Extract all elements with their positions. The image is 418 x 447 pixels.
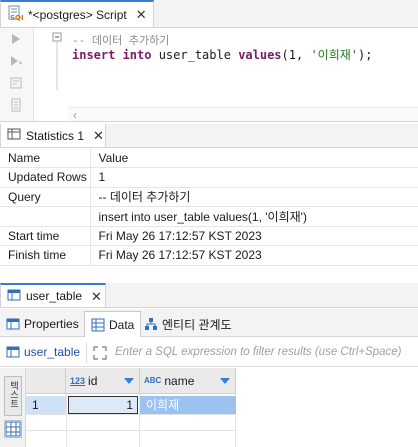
data-grid-icon <box>91 318 105 331</box>
user-table-tab[interactable]: user_table ✕ <box>0 283 106 307</box>
close-icon[interactable]: ✕ <box>91 290 102 303</box>
code-string: '이희재' <box>310 48 359 62</box>
table-row[interactable]: Finish time Fri May 26 17:12:57 KST 2023 <box>0 245 418 266</box>
divider <box>86 343 87 363</box>
code-identifier: user_table <box>151 48 239 62</box>
table-row[interactable]: Start time Fri May 26 17:12:57 KST 2023 <box>0 226 418 246</box>
stat-name <box>0 206 91 227</box>
column-header-name[interactable]: ABC name <box>140 368 236 394</box>
editor-text-area[interactable]: -- 데이터 추가하기 insert into user_table value… <box>34 28 418 122</box>
script-tab-label: *<postgres> Script <box>28 7 127 22</box>
filter-bar: user_table Enter a SQL expression to fil… <box>0 339 418 367</box>
result-grid[interactable]: 123 id ABC name 1 1 이희재 <box>26 368 418 447</box>
filter-table-button[interactable]: user_table <box>6 345 80 359</box>
execute-script-icon[interactable] <box>9 54 23 68</box>
column-header: Value <box>90 148 418 168</box>
tab-er-diagram[interactable]: 엔티티 관계도 <box>138 311 238 337</box>
result-tab-strip: user_table ✕ <box>0 283 418 308</box>
text-view-label: 텍스트 <box>8 381 18 408</box>
tab-data[interactable]: Data <box>84 311 142 337</box>
column-header: Name <box>0 148 91 168</box>
column-header-id[interactable]: 123 id <box>66 368 140 394</box>
execute-statement-icon[interactable] <box>9 32 23 46</box>
editor-toolbar <box>0 28 34 121</box>
stat-name: Start time <box>0 226 91 246</box>
column-name: id <box>88 373 98 388</box>
code-args: (1, <box>281 48 311 62</box>
statistics-tab[interactable]: Statistics 1 ✕ <box>0 124 106 147</box>
statistics-tab-label: Statistics 1 <box>26 128 85 143</box>
chevron-down-icon[interactable] <box>220 378 230 384</box>
stat-value: insert into user_table values(1, '이희재') <box>90 206 418 227</box>
filter-input[interactable]: Enter a SQL expression to filter results… <box>115 346 401 358</box>
stat-name: Updated Rows <box>0 167 91 188</box>
grid-line <box>26 414 236 415</box>
stat-value: -- 데이터 추가하기 <box>90 187 418 207</box>
code-insert-line: insert into user_table values(1, '이희재'); <box>72 46 372 63</box>
statistics-table-icon <box>7 127 21 144</box>
stat-name: Query <box>0 187 91 207</box>
table-row[interactable]: Query -- 데이터 추가하기 <box>0 187 418 207</box>
horizontal-scrollbar[interactable]: ‹ <box>68 107 418 122</box>
code-keyword: values <box>238 48 282 62</box>
close-icon[interactable]: ✕ <box>93 129 104 142</box>
grid-side-toolbar: 텍스트 <box>0 368 26 447</box>
tab-label: Data <box>109 317 135 332</box>
open-outline-icon[interactable] <box>9 98 23 112</box>
properties-icon <box>6 318 20 330</box>
code-keyword: insert into <box>72 48 152 62</box>
stat-name: Finish time <box>0 245 91 266</box>
er-diagram-icon <box>145 318 157 330</box>
table-row[interactable]: Updated Rows 1 <box>0 167 418 188</box>
statistics-table: Name Value Updated Rows 1 Query -- 데이터 추… <box>0 148 418 266</box>
scroll-left-icon[interactable]: ‹ <box>73 108 77 122</box>
result-tab-label: user_table <box>26 289 83 303</box>
grid-cell-name[interactable]: 이희재 <box>140 396 236 414</box>
tab-label: Properties <box>24 317 79 331</box>
execution-plan-icon[interactable] <box>9 76 23 90</box>
string-type-icon: ABC <box>144 376 162 385</box>
sql-script-icon: SQL <box>7 5 26 24</box>
editor-subtabs: Properties Data 엔티티 관계도 <box>0 309 418 337</box>
grid-view-icon[interactable] <box>4 420 22 438</box>
fold-toggle-icon[interactable] <box>50 30 64 100</box>
editor-tab-strip: SQL *<postgres> Script ✕ <box>0 0 418 28</box>
grid-cell-id[interactable]: 1 <box>68 396 138 414</box>
grid-corner <box>26 368 66 394</box>
script-editor-tab[interactable]: SQL *<postgres> Script ✕ <box>0 0 154 27</box>
grid-line <box>26 430 236 431</box>
tab-label: 엔티티 관계도 <box>162 317 232 332</box>
stat-value: Fri May 26 17:12:57 KST 2023 <box>90 245 418 266</box>
stat-value: Fri May 26 17:12:57 KST 2023 <box>90 226 418 246</box>
table-icon <box>6 346 20 358</box>
column-name: name <box>164 373 195 388</box>
table-icon <box>7 288 21 305</box>
code-args-end: ); <box>358 48 373 62</box>
text-view-button[interactable]: 텍스트 <box>4 376 22 416</box>
sql-editor[interactable]: -- 데이터 추가하기 insert into user_table value… <box>0 28 418 122</box>
grid-line <box>66 394 67 447</box>
table-header-row: Name Value <box>0 148 418 168</box>
table-row[interactable]: insert into user_table values(1, '이희재') <box>0 206 418 227</box>
svg-text:SQL: SQL <box>10 14 23 21</box>
statistics-tab-strip: Statistics 1 ✕ <box>0 124 418 148</box>
chevron-down-icon[interactable] <box>124 378 134 384</box>
numeric-type-icon: 123 <box>70 375 86 386</box>
filter-table-label: user_table <box>24 345 81 359</box>
stat-value: 1 <box>90 167 418 188</box>
expand-filter-icon[interactable] <box>92 345 108 361</box>
row-number[interactable]: 1 <box>26 396 66 414</box>
close-icon[interactable]: ✕ <box>136 8 147 21</box>
tab-properties[interactable]: Properties <box>0 311 85 337</box>
